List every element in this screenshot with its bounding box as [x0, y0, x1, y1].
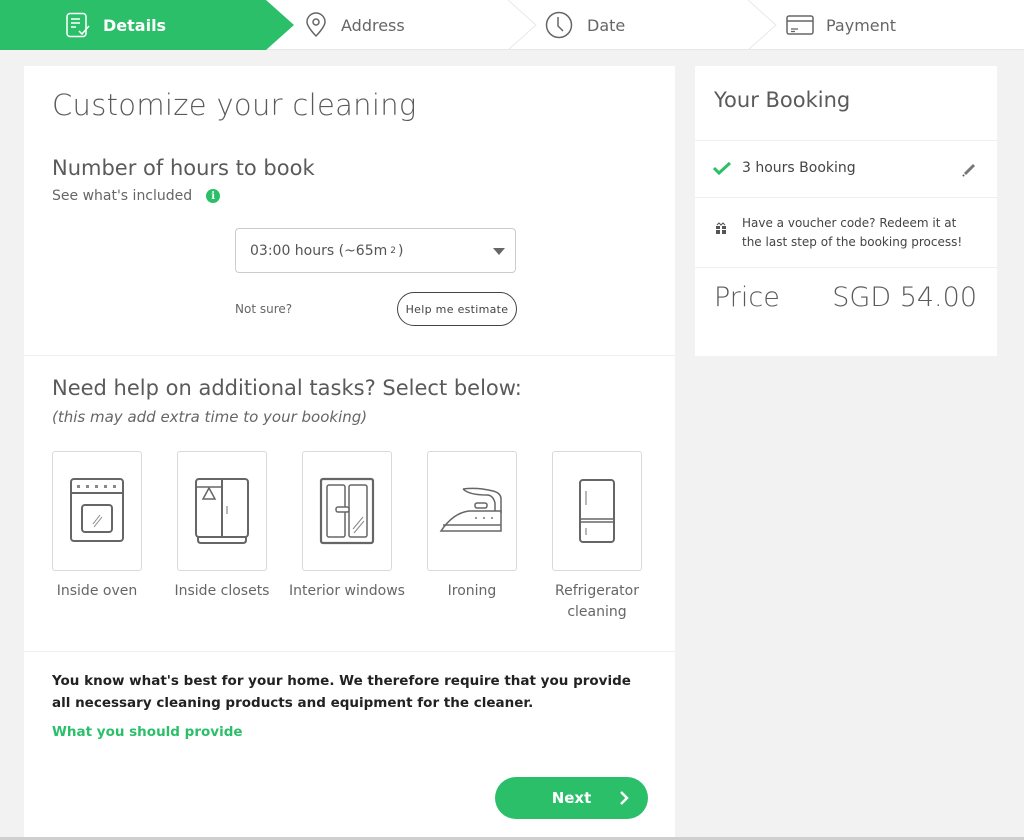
step-payment[interactable]: Payment [786, 0, 896, 50]
task-label: Refrigerator cleaning [555, 583, 639, 620]
iron-icon [439, 487, 502, 532]
next-button[interactable]: Next [495, 777, 648, 819]
price-value: SGD 54.00 [832, 282, 977, 313]
page-title: Customize your cleaning [52, 88, 417, 122]
booking-stepper: Details Address Date Payment [0, 0, 1024, 50]
task-inside-oven[interactable]: Inside oven [52, 451, 142, 602]
equipment-notice: You know what's best for your home. We t… [52, 673, 631, 711]
hours-select-sup: 2 [390, 245, 396, 256]
step-label: Details [103, 15, 167, 35]
check-icon [712, 161, 732, 176]
step-separator [508, 0, 537, 50]
task-label: Inside oven [56, 583, 138, 599]
pencil-icon[interactable] [961, 162, 977, 178]
chevron-right-icon [620, 791, 629, 805]
step-label: Payment [826, 15, 897, 35]
task-refrigerator-cleaning[interactable]: Refrigerator cleaning [552, 451, 642, 623]
tasks-subtitle: (this may add extra time to your booking… [52, 408, 368, 426]
see-included-label: See what's included [52, 188, 193, 204]
task-tile[interactable] [552, 451, 642, 571]
hours-select-value: 03:00 hours (~65m [250, 242, 388, 259]
see-included-link[interactable]: See what's included i [52, 188, 221, 204]
clock-icon [545, 11, 573, 39]
step-label: Address [341, 15, 405, 35]
hours-section: Customize your cleaning Number of hours … [24, 66, 675, 356]
step-details[interactable]: Details [65, 0, 166, 50]
step-label: Date [587, 15, 626, 35]
step-date[interactable]: Date [545, 0, 625, 50]
tasks-title: Need help on additional tasks? Select be… [52, 376, 522, 400]
divider [695, 140, 997, 141]
task-tile[interactable] [177, 451, 267, 571]
task-tile[interactable] [302, 451, 392, 571]
credit-card-icon [786, 15, 814, 35]
task-tile[interactable] [52, 451, 142, 571]
booking-hours-row: 3 hours Booking [712, 160, 856, 176]
task-ironing[interactable]: Ironing [427, 451, 517, 602]
refrigerator-icon [579, 479, 615, 543]
task-inside-closets[interactable]: Inside closets [175, 451, 269, 602]
oven-icon [70, 478, 124, 542]
booking-summary-card: Your Booking 3 hours Booking Have a vouc… [695, 66, 997, 356]
customize-card: Customize your cleaning Number of hours … [24, 66, 675, 840]
step-separator [748, 0, 777, 50]
map-pin-icon [306, 12, 326, 38]
divider [695, 267, 997, 268]
window-icon [319, 477, 375, 545]
chevron-down-icon [493, 248, 505, 255]
checklist-icon [66, 12, 90, 38]
hours-title: Number of hours to book [52, 156, 315, 180]
price-label: Price [714, 282, 780, 313]
voucher-hint: Have a voucher code? Redeem it at the la… [742, 216, 963, 249]
next-button-label: Next [551, 789, 592, 807]
gift-icon [716, 222, 726, 234]
step-address[interactable]: Address [303, 0, 405, 50]
hours-select[interactable]: 03:00 hours (~65m 2 ) [235, 228, 516, 273]
task-label: Ironing [447, 583, 497, 599]
booking-hours-label: 3 hours Booking [742, 160, 856, 176]
closet-icon [195, 478, 249, 544]
divider [695, 197, 997, 198]
booking-title: Your Booking [714, 88, 851, 112]
task-label: Inside closets [174, 583, 270, 599]
what-to-provide-link[interactable]: What you should provide [52, 724, 243, 740]
help-me-estimate-button[interactable]: Help me estimate [397, 292, 517, 326]
not-sure-label: Not sure? [235, 302, 293, 316]
task-interior-windows[interactable]: Interior windows [289, 451, 405, 602]
task-tile[interactable] [427, 451, 517, 571]
info-icon[interactable]: i [206, 189, 221, 203]
hours-select-close: ) [398, 242, 404, 259]
tasks-section: Need help on additional tasks? Select be… [24, 356, 675, 652]
notice-section: You know what's best for your home. We t… [24, 652, 675, 840]
task-label: Interior windows [289, 583, 405, 599]
